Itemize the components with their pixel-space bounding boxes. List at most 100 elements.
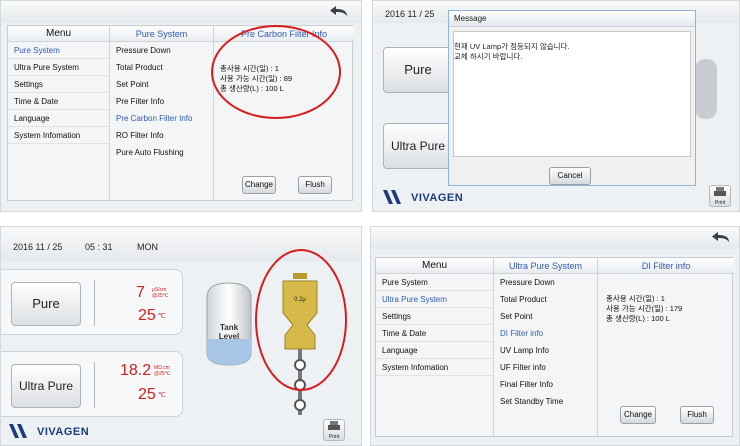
flush-button[interactable]: Flush [298,176,332,194]
print-label: Print [714,200,726,206]
menu-item-ultra-pure-system[interactable]: Ultra Pure System [8,59,109,76]
ultra-resistivity-value: 18.2 [120,362,152,379]
pure-button[interactable]: Pure [11,282,81,326]
vivagen-logo [383,189,407,207]
vivagen-logo [9,423,33,441]
submenu-column: Ultra Pure System Pressure Down Total Pr… [494,258,598,436]
ultra-resistivity-unit-ref: @25℃ [154,371,171,377]
submenu-item-pure-auto-flushing[interactable]: Pure Auto Flushing [110,144,213,161]
filter-label: 0.2μ [294,297,306,303]
menu-title: Menu [8,26,109,42]
submenu-item-pre-filter-info[interactable]: Pre Filter Info [110,93,213,110]
pure-conductivity-value: 7 [136,284,145,301]
ultra-pure-button[interactable]: Ultra Pure [383,123,453,169]
submenu-title: Ultra Pure System [494,258,597,274]
menu-column: Menu Pure System Ultra Pure System Setti… [376,258,494,436]
submenu-item-set-point[interactable]: Set Point [494,308,597,325]
dialog-title: Message [449,11,695,27]
pure-status-card: Pure 7 μS/cm @25℃ 25 ℃ [1,269,183,335]
pure-temperature-unit: ℃ [158,313,166,320]
pure-button[interactable]: Pure [383,47,453,93]
menu-title: Menu [376,258,493,274]
menu-item-settings[interactable]: Settings [376,308,493,325]
menu-item-system-information[interactable]: System Infomation [8,127,109,144]
pure-system-settings-screen: Menu Pure System Ultra Pure System Setti… [0,0,362,212]
back-arrow-icon[interactable] [329,5,351,19]
print-label: Print [328,434,340,440]
divider [94,362,95,408]
printer-icon [714,187,726,196]
settings-menu: Menu Pure System Ultra Pure System Setti… [7,25,354,201]
menu-item-time-date[interactable]: Time & Date [8,93,109,110]
info-lines: 총사용 시간(일) : 1 사용 가능 시간(일) : 89 총 생산량(L) … [220,64,292,94]
info-lines: 총사용 시간(일) : 1 사용 가능 시간(일) : 179 총 생산량(L)… [606,294,682,324]
info-total-days: 총사용 시간(일) : 1 [606,294,665,303]
submenu-item-set-point[interactable]: Set Point [110,76,213,93]
info-title: DI Filter info [598,258,734,274]
menu-item-system-information[interactable]: System Infomation [376,359,493,376]
info-title: Pre Carbon Filter Info [214,26,354,42]
info-remaining-days: 사용 가능 시간(일) : 89 [220,74,293,83]
info-column: DI Filter info 총사용 시간(일) : 1 사용 가능 시간(일)… [598,258,734,436]
printer-icon [328,421,340,430]
menu-item-pure-system[interactable]: Pure System [8,42,109,59]
time-display: 05 : 31 [85,242,113,252]
submenu-item-ro-filter-info[interactable]: RO Filter Info [110,127,213,144]
submenu-item-di-filter-info[interactable]: DI Filter info [494,325,597,342]
info-total-production: 총 생산량(L) : 100 L [606,314,670,323]
divider [94,280,95,326]
submenu-item-set-standby-time[interactable]: Set Standby Time [494,393,597,410]
top-bar [371,227,739,249]
home-screen: 2016 11 / 25 05 : 31 MON Pure 7 μS/cm @2… [0,226,362,446]
menu-item-settings[interactable]: Settings [8,76,109,93]
info-total-production: 총 생산량(L) : 100 L [220,84,284,93]
ultra-pure-system-settings-screen: Menu Pure System Ultra Pure System Setti… [370,226,740,446]
menu-item-pure-system[interactable]: Pure System [376,274,493,291]
menu-item-time-date[interactable]: Time & Date [376,325,493,342]
pure-conductivity-unit-ref: @25℃ [152,293,169,299]
submenu-item-uf-filter-info[interactable]: UF Filter info [494,359,597,376]
print-button[interactable]: Print [323,419,345,441]
menu-item-language[interactable]: Language [376,342,493,359]
menu-item-ultra-pure-system[interactable]: Ultra Pure System [376,291,493,308]
cancel-button[interactable]: Cancel [549,167,591,185]
date-display: 2016 11 / 25 [13,242,63,252]
submenu-column: Pure System Pressure Down Total Product … [110,26,214,200]
print-button[interactable]: Print [709,185,731,207]
submenu-item-pre-carbon-filter-info[interactable]: Pre Carbon Filter Info [110,110,213,127]
submenu-item-total-product[interactable]: Total Product [110,59,213,76]
message-dialog: Message 현재 UV Lamp가 점등되지 않습니다. 교체 하시기 바랍… [448,10,696,186]
top-bar [1,1,361,23]
submenu-item-pressure-down[interactable]: Pressure Down [110,42,213,59]
submenu-item-total-product[interactable]: Total Product [494,291,597,308]
tank-level-label: Tank Level [218,323,240,341]
submenu-item-final-filter-info[interactable]: Final Filter Info [494,376,597,393]
dialog-message-box: 현재 UV Lamp가 점등되지 않습니다. 교체 하시기 바랍니다. [453,31,691,157]
menu-column: Menu Pure System Ultra Pure System Setti… [8,26,110,200]
ultra-temperature-unit: ℃ [158,392,166,399]
info-total-days: 총사용 시간(일) : 1 [220,64,279,73]
submenu-title: Pure System [110,26,213,42]
menu-item-language[interactable]: Language [8,110,109,127]
info-remaining-days: 사용 가능 시간(일) : 179 [606,304,683,313]
day-display: MON [137,242,158,252]
ultra-temperature-value: 25 [138,386,156,403]
submenu-item-uv-lamp-info[interactable]: UV Lamp Info [494,342,597,359]
vivagen-logo-text: VIVAGEN [37,426,90,438]
info-column: Pre Carbon Filter Info 총사용 시간(일) : 1 사용 … [214,26,354,200]
change-button[interactable]: Change [242,176,276,194]
date-display: 2016 11 / 25 [385,9,435,19]
pure-temperature-value: 25 [138,307,156,324]
ultra-pure-button[interactable]: Ultra Pure [11,364,81,408]
dialog-message-line: 교체 하시기 바랍니다. [454,52,523,61]
ultra-pure-status-card: Ultra Pure 18.2 MΩ.cm @25℃ 25 ℃ [1,351,183,417]
filter-cartridge-icon [277,271,323,419]
flush-button[interactable]: Flush [680,406,714,424]
back-arrow-icon[interactable] [711,231,733,245]
dialog-message-line: 현재 UV Lamp가 점등되지 않습니다. [454,42,570,51]
filter-graphic [695,59,717,119]
submenu-item-pressure-down[interactable]: Pressure Down [494,274,597,291]
settings-menu: Menu Pure System Ultra Pure System Setti… [375,257,734,437]
vivagen-logo-text: VIVAGEN [411,192,464,204]
change-button[interactable]: Change [620,406,656,424]
